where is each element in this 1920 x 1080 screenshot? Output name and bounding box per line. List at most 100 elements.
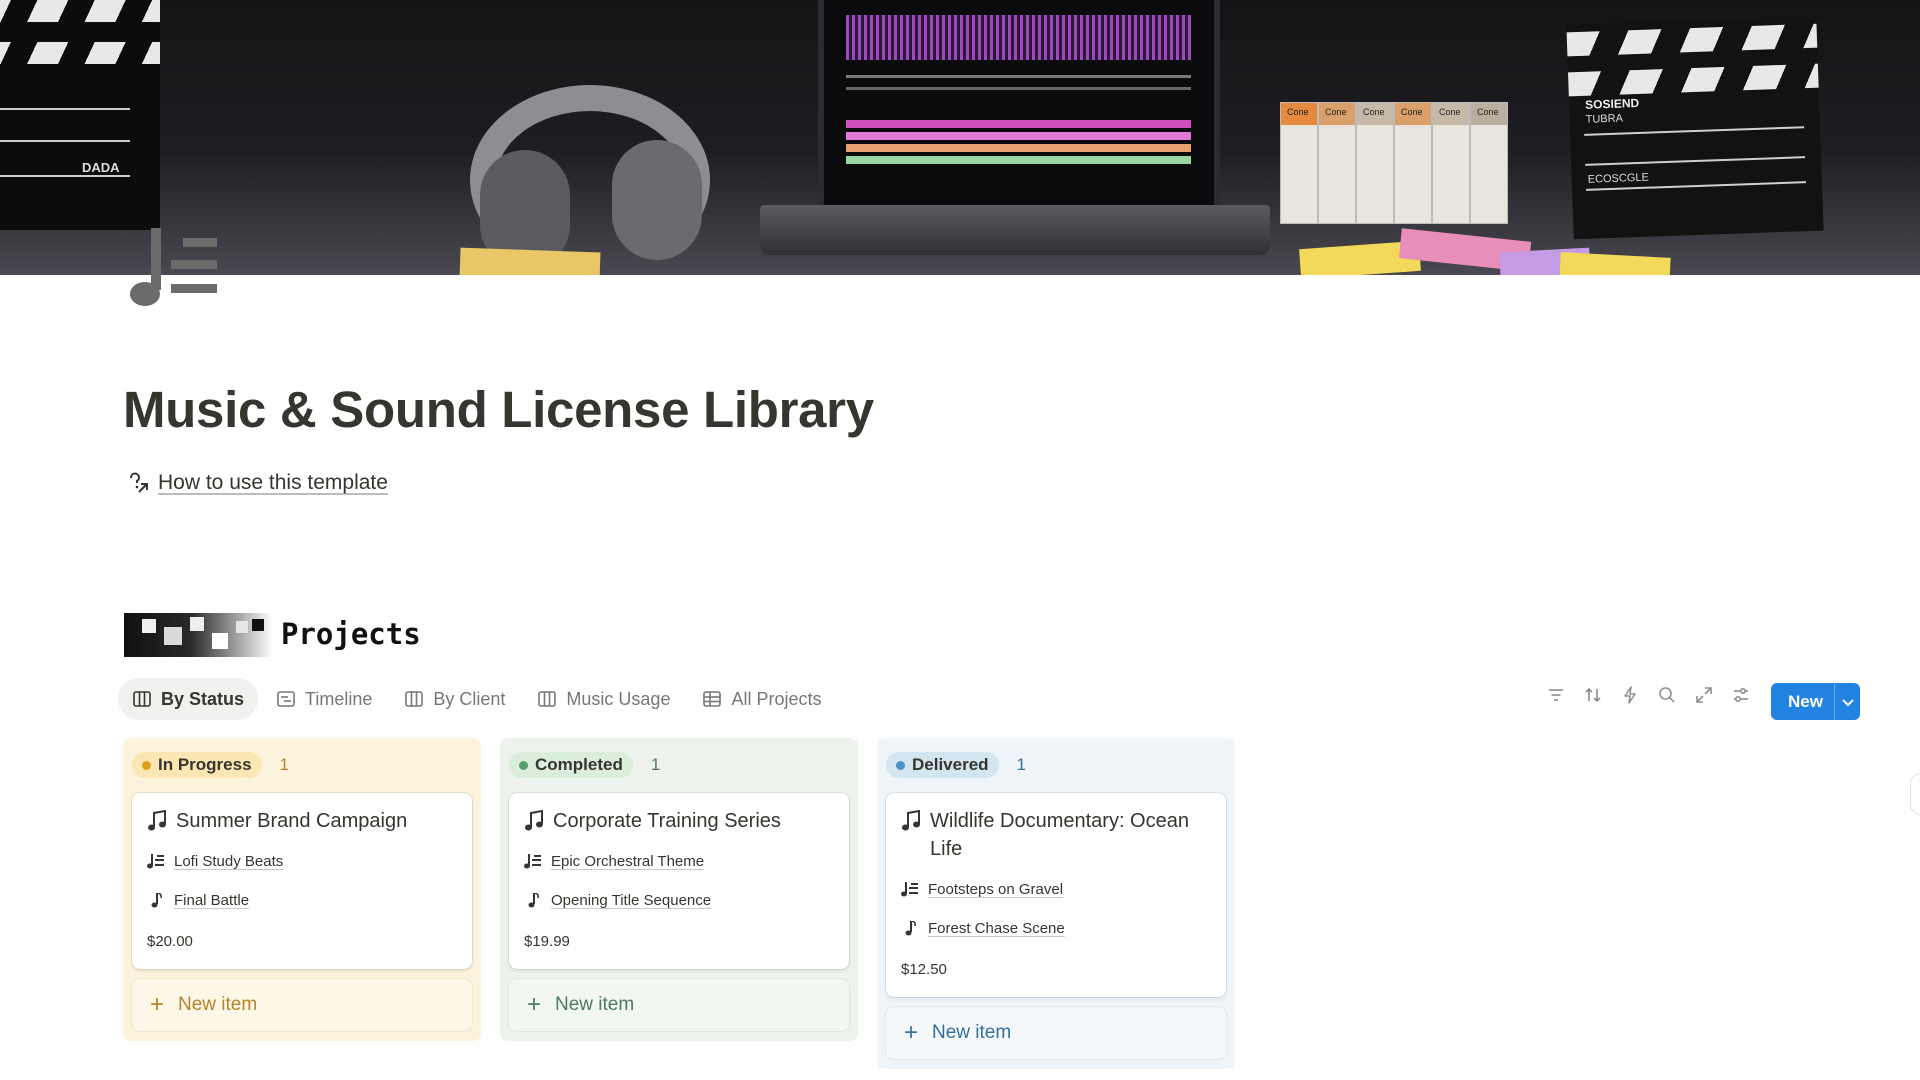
tab-label: Timeline — [305, 688, 373, 709]
view-tabs: By Status Timeline By Client Music Usage… — [118, 678, 836, 720]
music-note-icon — [151, 892, 162, 907]
music-note-list-icon[interactable] — [125, 228, 225, 312]
music-note-list-icon — [524, 853, 541, 868]
scene-name[interactable]: Final Battle — [174, 892, 249, 909]
settings-icon[interactable] — [1729, 683, 1753, 707]
new-item-label: New item — [932, 1022, 1012, 1043]
plus-icon: + — [150, 991, 165, 1018]
scene-relation[interactable]: Opening Title Sequence — [524, 892, 711, 909]
tab-by-client[interactable]: By Client — [390, 678, 519, 720]
column-header[interactable]: Delivered 1 — [886, 752, 1026, 778]
music-note-icon — [905, 920, 916, 935]
new-item-label: New item — [178, 994, 258, 1015]
board-icon — [538, 691, 557, 707]
board-icon — [405, 691, 424, 707]
new-item-label: New item — [555, 994, 635, 1015]
scene-relation[interactable]: Forest Chase Scene — [901, 920, 1065, 937]
book-spine: Cone — [1432, 102, 1470, 224]
tab-all-projects[interactable]: All Projects — [688, 678, 835, 720]
new-button[interactable]: New — [1771, 683, 1860, 720]
status-badge[interactable]: In Progress — [132, 752, 262, 778]
search-icon[interactable] — [1655, 683, 1679, 707]
tab-by-status[interactable]: By Status — [118, 678, 259, 720]
license-price: $19.99 — [524, 933, 570, 950]
status-dot — [519, 760, 528, 770]
track-name[interactable]: Footsteps on Gravel — [928, 881, 1063, 898]
music-note-icon — [148, 810, 166, 831]
clapper-left-text: DADA — [82, 160, 120, 175]
table-icon — [703, 691, 722, 707]
automation-icon[interactable] — [1618, 683, 1642, 707]
tab-label: By Status — [161, 688, 245, 709]
projects-heading: Projects — [281, 617, 421, 651]
chevron-down-icon[interactable] — [1835, 695, 1860, 709]
column-count: 1 — [1016, 755, 1027, 774]
music-note-icon — [525, 810, 543, 831]
side-peek-handle[interactable] — [1910, 773, 1920, 815]
board-icon — [133, 691, 151, 707]
board-column-in-progress: In Progress 1 Summer Brand Campaign Lofi… — [123, 738, 481, 1041]
timeline-icon — [277, 691, 295, 707]
project-card[interactable]: Summer Brand Campaign Lofi Study Beats F… — [132, 793, 472, 969]
card-title: Corporate Training Series — [553, 810, 781, 832]
scene-name[interactable]: Forest Chase Scene — [928, 920, 1065, 937]
track-name[interactable]: Lofi Study Beats — [174, 853, 283, 870]
book-spine: Cone — [1356, 102, 1394, 224]
project-card[interactable]: Wildlife Documentary: Ocean Life Footste… — [886, 793, 1226, 997]
tab-label: Music Usage — [566, 688, 671, 709]
expand-icon[interactable] — [1692, 683, 1716, 707]
tab-label: By Client — [433, 688, 506, 709]
tab-timeline[interactable]: Timeline — [262, 678, 386, 720]
new-button-label[interactable]: New — [1771, 692, 1834, 712]
music-note-list-icon — [147, 853, 164, 868]
column-count: 1 — [279, 755, 290, 774]
scene-relation[interactable]: Final Battle — [147, 892, 249, 909]
howto-link[interactable]: How to use this template — [128, 471, 388, 495]
book-spine: Cone — [1470, 102, 1508, 224]
column-header[interactable]: In Progress 1 — [132, 752, 289, 778]
howto-link-label[interactable]: How to use this template — [158, 471, 388, 495]
plus-icon: + — [904, 1019, 919, 1046]
status-badge[interactable]: Completed — [509, 752, 633, 778]
music-note-icon — [902, 810, 920, 831]
laptop-screen — [818, 0, 1220, 211]
card-title: Summer Brand Campaign — [176, 810, 408, 832]
status-dot — [142, 760, 151, 770]
database-toolbar — [1544, 683, 1753, 707]
projects-heading-banner: Projects — [124, 613, 496, 657]
page-title: Music & Sound License Library — [123, 381, 874, 438]
project-card[interactable]: Corporate Training Series Epic Orchestra… — [509, 793, 849, 969]
tab-label: All Projects — [731, 688, 822, 709]
cover-image: DADA Cone Cone Cone Cone Cone Cone SOSIE… — [0, 0, 1920, 275]
clapperboard-left: DADA — [0, 0, 160, 230]
status-badge[interactable]: Delivered — [886, 752, 999, 778]
plus-icon: + — [527, 991, 542, 1018]
laptop-base — [760, 205, 1270, 255]
column-header[interactable]: Completed 1 — [509, 752, 660, 778]
license-price: $20.00 — [147, 933, 193, 950]
filter-icon[interactable] — [1544, 683, 1568, 707]
track-name[interactable]: Epic Orchestral Theme — [551, 853, 704, 870]
music-note-list-icon — [901, 881, 918, 896]
track-relation[interactable]: Lofi Study Beats — [147, 853, 283, 870]
help-arrow-icon — [130, 472, 148, 493]
track-relation[interactable]: Epic Orchestral Theme — [524, 853, 704, 870]
board-column-delivered: Delivered 1 Wildlife Documentary: Ocean … — [877, 738, 1235, 1069]
book-spine: Cone — [1394, 102, 1432, 224]
new-item-button[interactable]: + New item — [509, 979, 849, 1031]
book-spine: Cone — [1280, 102, 1318, 224]
track-relation[interactable]: Footsteps on Gravel — [901, 881, 1063, 898]
tab-music-usage[interactable]: Music Usage — [523, 678, 684, 720]
column-count: 1 — [650, 755, 661, 774]
status-dot — [896, 760, 905, 770]
scene-name[interactable]: Opening Title Sequence — [551, 892, 711, 909]
license-price: $12.50 — [901, 961, 947, 978]
card-title: Wildlife Documentary: Ocean Life — [930, 810, 1189, 860]
board-column-completed: Completed 1 Corporate Training Series Ep… — [500, 738, 858, 1041]
new-item-button[interactable]: + New item — [886, 1007, 1226, 1059]
book-spine: Cone — [1318, 102, 1356, 224]
new-item-button[interactable]: + New item — [132, 979, 472, 1031]
sort-icon[interactable] — [1581, 683, 1605, 707]
music-note-icon — [528, 892, 539, 907]
clapperboard-right: SOSIEND TUBRA ECOSCGLE — [1566, 15, 1824, 240]
